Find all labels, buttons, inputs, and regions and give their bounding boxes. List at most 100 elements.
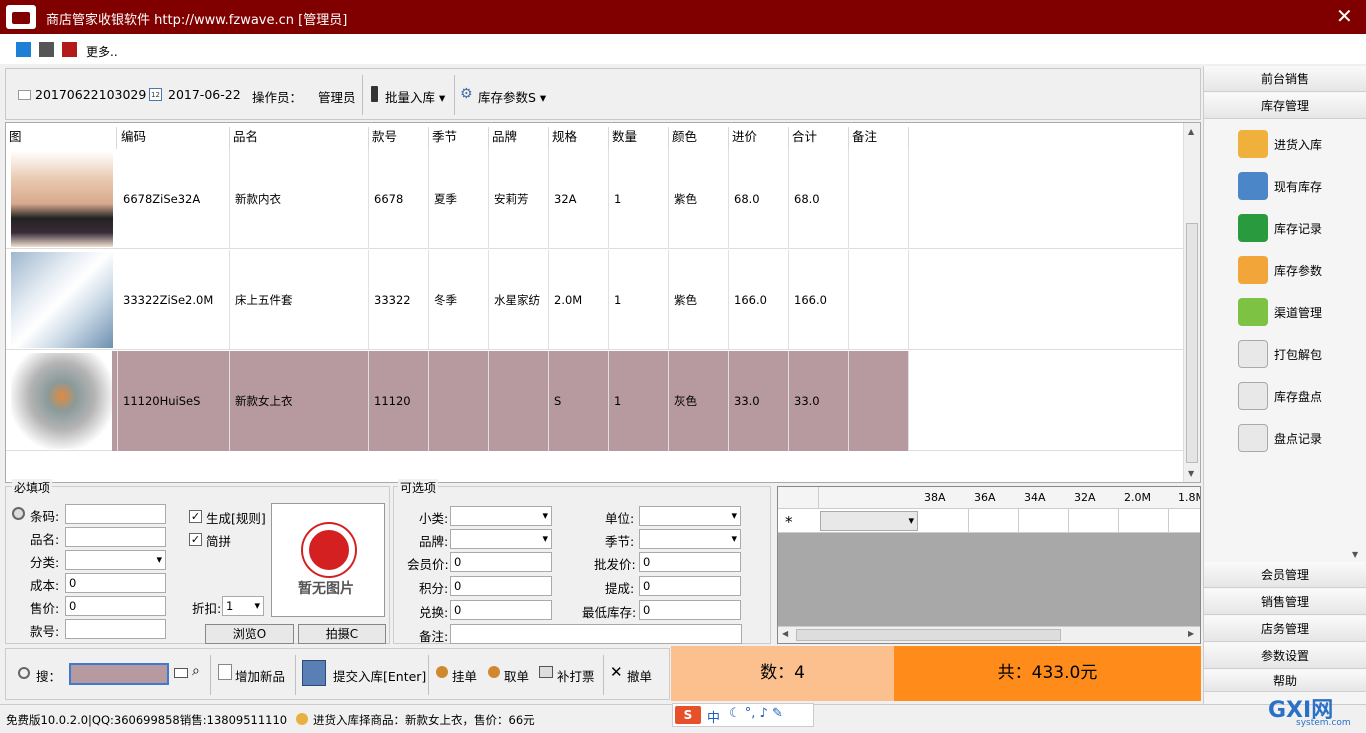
column-header[interactable]: 编码 xyxy=(118,127,230,149)
column-header[interactable]: 款号 xyxy=(369,127,429,149)
column-header[interactable]: 图 xyxy=(6,127,117,149)
add-new-button[interactable]: 增加新品 xyxy=(235,666,285,685)
season-select[interactable] xyxy=(639,529,741,549)
size-column-header[interactable]: 32A xyxy=(1074,491,1096,504)
size-column-header[interactable]: 36A xyxy=(974,491,996,504)
tab-store[interactable]: 店务管理 xyxy=(1204,616,1366,642)
horizontal-scrollbar[interactable]: ◀ ▶ xyxy=(778,626,1200,643)
column-header[interactable]: 合计 xyxy=(789,127,849,149)
theme-red-swatch[interactable] xyxy=(62,42,77,57)
pinyin-checkbox[interactable]: ✓ xyxy=(189,533,202,546)
scroll-down-icon[interactable]: ▼ xyxy=(1188,469,1194,478)
table-row[interactable]: 33322ZiSe2.0M 床上五件套 33322 冬季 水星家纺 2.0M 1… xyxy=(6,250,1184,350)
nav-stocktake[interactable]: 库存盘点 xyxy=(1238,380,1358,412)
size-column-header[interactable]: 38A xyxy=(924,491,946,504)
column-header[interactable]: 数量 xyxy=(609,127,669,149)
submit-button[interactable]: 提交入库[Enter] xyxy=(333,666,426,685)
scroll-left-icon[interactable]: ◀ xyxy=(782,629,788,638)
nav-label: 现有库存 xyxy=(1274,180,1323,194)
exchange-input[interactable]: 0 xyxy=(450,600,552,620)
barcode-input[interactable] xyxy=(65,504,166,524)
remark-label: 备注: xyxy=(419,629,449,644)
column-header[interactable]: 进价 xyxy=(729,127,789,149)
nav-pack-unpack[interactable]: 打包解包 xyxy=(1238,338,1358,370)
search-label: 搜： xyxy=(36,669,62,684)
price-input[interactable]: 0 xyxy=(65,596,166,616)
nav-stock-records[interactable]: 库存记录 xyxy=(1238,212,1358,244)
scroll-up-icon[interactable]: ▲ xyxy=(1188,127,1194,136)
product-image-box[interactable]: 暂无图片 xyxy=(271,503,385,617)
batch-in-dropdown[interactable]: 批量入库 ▾ xyxy=(385,87,445,106)
subcat-select[interactable] xyxy=(450,506,552,526)
theme-blue-swatch[interactable] xyxy=(16,42,31,57)
version-info: 免费版10.0.2.0|QQ:360699858销售:13809511110 xyxy=(6,713,288,727)
scroll-right-icon[interactable]: ▶ xyxy=(1188,629,1194,638)
date-field[interactable]: 2017-06-22 xyxy=(168,87,241,102)
nav-purchase-in[interactable]: 进货入库 xyxy=(1238,128,1358,160)
table-row[interactable]: 6678ZiSe32A 新款内衣 6678 夏季 安莉芳 32A 1 紫色 68… xyxy=(6,149,1184,249)
unit-select[interactable] xyxy=(639,506,741,526)
gen-rule-checkbox[interactable]: ✓ xyxy=(189,510,202,523)
reprint-button[interactable]: 补打票 xyxy=(557,666,595,685)
cost-input[interactable]: 0 xyxy=(65,573,166,593)
search-input[interactable] xyxy=(69,663,169,685)
column-header[interactable]: 季节 xyxy=(429,127,489,149)
style-no-input[interactable] xyxy=(65,619,166,639)
browse-button[interactable]: 浏览O xyxy=(205,624,294,644)
nav-channels[interactable]: 渠道管理 xyxy=(1238,296,1358,328)
cancel-button[interactable]: 撤单 xyxy=(627,666,652,685)
ime-tools-icon[interactable]: ☾ °, ♪ ✎ xyxy=(729,706,783,721)
name-input[interactable] xyxy=(65,527,166,547)
hang-button[interactable]: 挂单 xyxy=(452,666,477,685)
size-grid[interactable]: 38A 36A 34A 32A 2.0M 1.8M * ◀ ▶ xyxy=(777,486,1201,644)
nav-label: 进货入库 xyxy=(1274,138,1323,152)
tab-sales[interactable]: 销售管理 xyxy=(1204,589,1366,615)
tab-front-sales[interactable]: 前台销售 xyxy=(1204,66,1366,92)
tab-help[interactable]: 帮助 xyxy=(1204,670,1366,692)
remark-input[interactable] xyxy=(450,624,742,644)
tab-members[interactable]: 会员管理 xyxy=(1204,562,1366,588)
table-row-selected[interactable]: 11120HuiSeS 新款女上衣 11120 S 1 灰色 33.0 33.0 xyxy=(6,351,1184,451)
commission-input[interactable]: 0 xyxy=(639,576,741,596)
cell-divider xyxy=(1068,509,1069,533)
member-price-input[interactable]: 0 xyxy=(450,552,552,572)
size-column-header[interactable]: 34A xyxy=(1024,491,1046,504)
nav-current-stock[interactable]: 现有库存 xyxy=(1238,170,1358,202)
product-table[interactable]: 图 编码 品名 款号 季节 品牌 规格 数量 颜色 进价 合计 备注 6678Z… xyxy=(5,122,1201,483)
discount-select[interactable]: 1 xyxy=(222,596,264,616)
ime-mode[interactable]: 中 xyxy=(707,707,720,726)
search-icon[interactable]: ⌕ xyxy=(192,663,200,679)
column-header[interactable]: 备注 xyxy=(849,127,909,149)
column-header[interactable]: 品名 xyxy=(230,127,369,149)
scroll-thumb[interactable] xyxy=(796,629,1061,641)
size-column-header[interactable]: 2.0M xyxy=(1124,491,1151,504)
min-stock-input[interactable]: 0 xyxy=(639,600,741,620)
color-select[interactable] xyxy=(820,511,918,531)
vertical-scrollbar[interactable]: ▲ ▼ xyxy=(1183,123,1200,482)
stock-params-dropdown[interactable]: 库存参数S ▾ xyxy=(478,87,546,106)
scroll-thumb[interactable] xyxy=(1186,223,1198,463)
close-icon[interactable]: ✕ xyxy=(1336,5,1353,27)
ime-toolbar[interactable]: S 中 ☾ °, ♪ ✎ xyxy=(672,703,814,727)
more-menu[interactable]: 更多.. xyxy=(86,43,118,60)
wholesale-input[interactable]: 0 xyxy=(639,552,741,572)
shoot-button[interactable]: 拍摄C xyxy=(298,624,386,644)
theme-gray-swatch[interactable] xyxy=(39,42,54,57)
size-column-header[interactable]: 1.8M xyxy=(1178,491,1200,504)
bedding-photo xyxy=(11,252,113,348)
brand-select[interactable] xyxy=(450,529,552,549)
column-header[interactable]: 颜色 xyxy=(669,127,729,149)
watermark-url: system.com xyxy=(1296,718,1351,728)
tab-inventory[interactable]: 库存管理 xyxy=(1204,93,1366,119)
take-button[interactable]: 取单 xyxy=(504,666,529,685)
scroll-down-icon[interactable]: ▼ xyxy=(1352,550,1358,559)
points-input[interactable]: 0 xyxy=(450,576,552,596)
keyboard-icon[interactable] xyxy=(174,668,188,678)
column-header[interactable]: 品牌 xyxy=(489,127,549,149)
document-icon xyxy=(18,90,31,100)
column-header[interactable]: 规格 xyxy=(549,127,609,149)
nav-stocktake-records[interactable]: 盘点记录 xyxy=(1238,422,1358,454)
nav-stock-params[interactable]: 库存参数 xyxy=(1238,254,1358,286)
category-select[interactable] xyxy=(65,550,166,570)
tab-settings[interactable]: 参数设置 xyxy=(1204,643,1366,669)
